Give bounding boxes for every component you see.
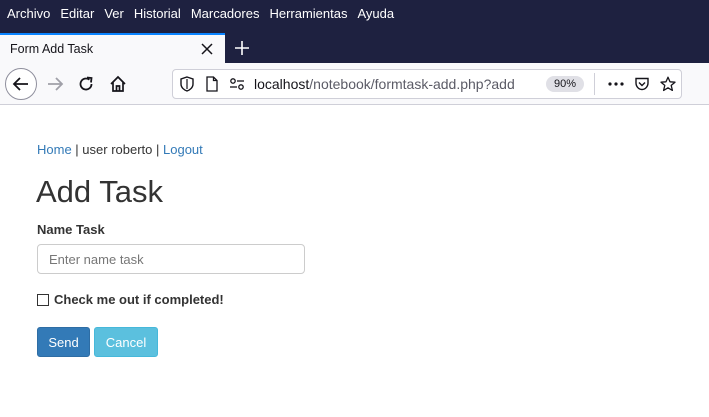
page-title: Add Task — [36, 174, 163, 209]
url-divider — [594, 73, 595, 95]
name-task-label: Name Task — [37, 222, 105, 237]
url-host: localhost — [254, 76, 310, 92]
url-text[interactable]: localhost/notebook/formtask-add.php?add — [254, 76, 546, 92]
plus-icon — [235, 41, 249, 55]
logout-link[interactable]: Logout — [163, 142, 203, 157]
tab-title: Form Add Task — [10, 42, 94, 56]
menu-historial[interactable]: Historial — [134, 0, 181, 27]
url-path: /notebook/formtask-add.php?add — [309, 76, 515, 92]
zoom-level-badge[interactable]: 90% — [545, 76, 584, 92]
completed-checkbox[interactable] — [37, 293, 49, 306]
reload-icon — [79, 76, 93, 91]
bookmark-star-icon[interactable] — [655, 71, 681, 97]
permissions-icon[interactable] — [226, 73, 248, 95]
user-label: user roberto — [82, 142, 153, 157]
menu-marcadores[interactable]: Marcadores — [191, 0, 260, 27]
pocket-icon[interactable] — [629, 71, 655, 97]
menu-bar: Archivo Editar Ver Historial Marcadores … — [0, 0, 709, 27]
separator: | — [152, 142, 163, 157]
menu-ver[interactable]: Ver — [104, 0, 124, 27]
close-icon[interactable] — [197, 39, 217, 59]
home-link[interactable]: Home — [37, 142, 72, 157]
url-bar[interactable]: localhost/notebook/formtask-add.php?add … — [172, 69, 682, 99]
home-icon — [110, 75, 126, 92]
page-content: Home | user roberto | Logout Add Task Na… — [0, 106, 709, 417]
send-button[interactable]: Send — [37, 327, 90, 357]
completed-checkbox-row[interactable]: Check me out if completed! — [37, 292, 224, 307]
tab-strip: Form Add Task — [0, 27, 709, 63]
breadcrumb: Home | user roberto | Logout — [37, 142, 203, 157]
menu-ayuda[interactable]: Ayuda — [357, 0, 394, 27]
forward-button[interactable] — [39, 68, 71, 100]
navigation-bar: localhost/notebook/formtask-add.php?add … — [0, 63, 709, 105]
home-button[interactable] — [102, 68, 134, 100]
tab-form-add-task[interactable]: Form Add Task — [0, 33, 225, 63]
name-task-input[interactable] — [37, 244, 305, 274]
arrow-left-icon — [12, 77, 28, 91]
shield-icon[interactable] — [176, 73, 198, 95]
separator: | — [71, 142, 83, 157]
reload-button[interactable] — [70, 68, 102, 100]
menu-editar[interactable]: Editar — [60, 0, 94, 27]
completed-checkbox-label[interactable]: Check me out if completed! — [54, 292, 224, 307]
page-icon[interactable] — [201, 73, 223, 95]
menu-herramientas[interactable]: Herramientas — [269, 0, 347, 27]
more-actions-icon[interactable] — [603, 71, 629, 97]
arrow-right-icon — [48, 77, 64, 91]
menu-archivo[interactable]: Archivo — [7, 0, 50, 27]
back-button[interactable] — [5, 68, 37, 100]
cancel-button[interactable]: Cancel — [94, 327, 158, 357]
new-tab-button[interactable] — [229, 35, 255, 61]
